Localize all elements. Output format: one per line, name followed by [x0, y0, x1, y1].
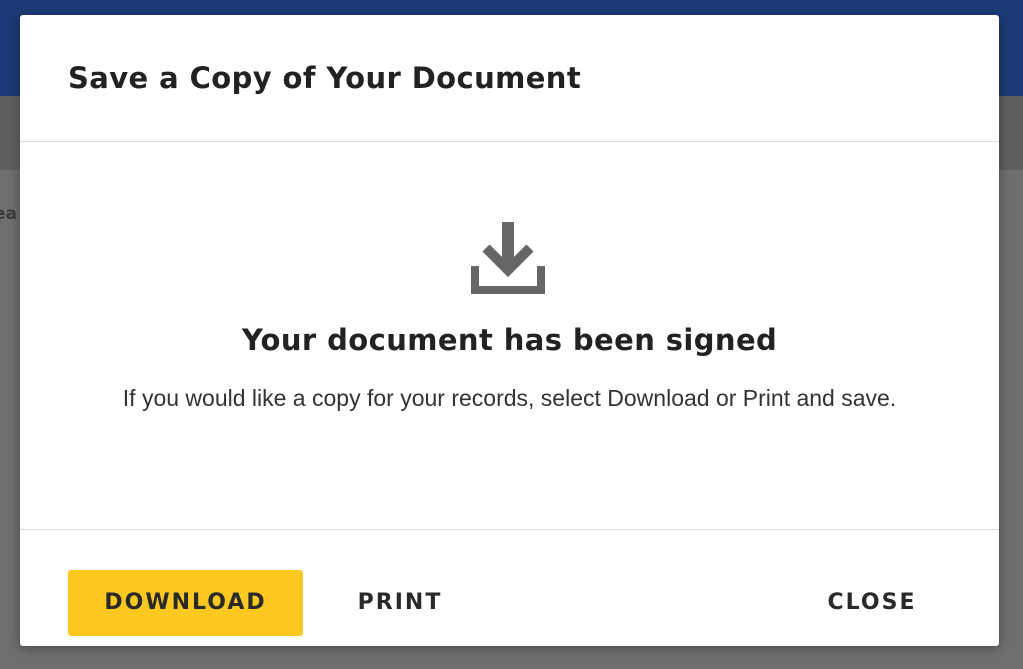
- instruction-text: If you would like a copy for your record…: [122, 385, 897, 411]
- dialog-header: Save a Copy of Your Document: [20, 15, 999, 142]
- save-copy-dialog: Save a Copy of Your Document Your docume…: [20, 15, 999, 646]
- background-text: ea: [0, 204, 18, 224]
- print-button[interactable]: PRINT: [338, 570, 462, 636]
- dialog-footer: DOWNLOAD PRINT CLOSE: [20, 530, 999, 646]
- dialog-title: Save a Copy of Your Document: [68, 61, 582, 95]
- close-button[interactable]: CLOSE: [810, 570, 934, 636]
- signed-heading: Your document has been signed: [241, 323, 778, 357]
- dialog-body: Your document has been signed If you wou…: [20, 142, 999, 530]
- download-button[interactable]: DOWNLOAD: [68, 570, 303, 636]
- download-icon: [471, 222, 545, 294]
